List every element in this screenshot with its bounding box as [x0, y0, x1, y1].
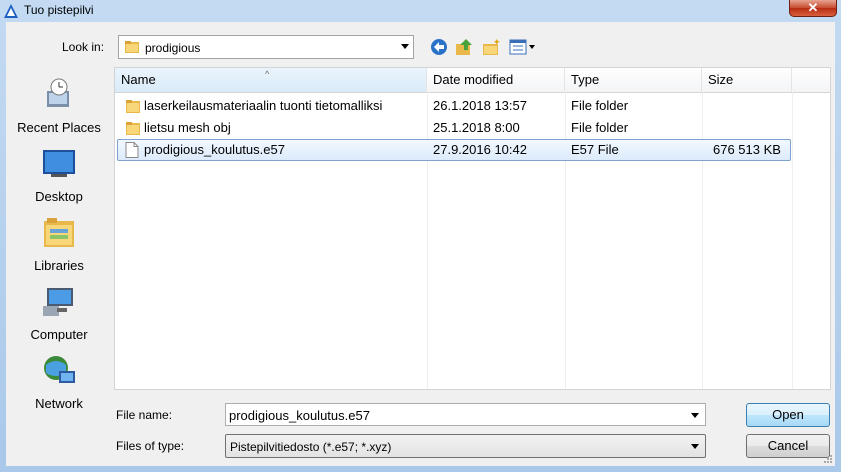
places-bar: Recent Places Desktop Libraries Computer: [6, 67, 112, 437]
file-type: File folder: [571, 98, 629, 113]
file-open-dialog: Tuo pistepilvi ✕ Look in: prodigious ✦ R…: [0, 0, 841, 472]
chevron-down-icon[interactable]: [691, 444, 699, 449]
place-label: Network: [35, 396, 83, 411]
folder-icon: [126, 100, 140, 113]
folder-icon: [125, 41, 139, 53]
up-folder-icon[interactable]: [454, 37, 474, 57]
place-recent-places[interactable]: Recent Places: [6, 77, 112, 143]
file-type: E57 File: [571, 142, 619, 157]
file-date: 25.1.2018 8:00: [433, 120, 520, 135]
file-type: File folder: [571, 120, 629, 135]
file-name-label: File name:: [116, 408, 173, 422]
computer-icon: [43, 288, 73, 316]
place-label: Desktop: [35, 189, 83, 204]
sort-arrow-icon: ^: [265, 69, 270, 79]
title-bar[interactable]: Tuo pistepilvi ✕: [0, 0, 841, 22]
file-icon: [125, 142, 139, 158]
close-button[interactable]: ✕: [789, 0, 837, 17]
file-size: 676 513 KB: [713, 142, 781, 157]
file-type-value: Pistepilvitiedosto (*.e57; *.xyz): [230, 440, 392, 454]
column-type[interactable]: Type: [565, 68, 702, 92]
look-in-value: prodigious: [145, 41, 201, 55]
file-name: prodigious_koulutus.e57: [144, 142, 285, 157]
place-label: Computer: [30, 327, 88, 342]
resize-grip-icon[interactable]: [823, 454, 833, 464]
file-row[interactable]: laserkeilausmateriaalin tuonti tietomall…: [115, 95, 830, 117]
file-name: laserkeilausmateriaalin tuonti tietomall…: [144, 98, 383, 113]
column-size[interactable]: Size: [702, 68, 792, 92]
dialog-client: Look in: prodigious ✦ Recent Places Desk…: [6, 22, 835, 466]
open-button[interactable]: Open: [746, 403, 830, 427]
file-name: lietsu mesh obj: [144, 120, 231, 135]
chevron-down-icon[interactable]: [401, 44, 409, 49]
file-date: 26.1.2018 13:57: [433, 98, 527, 113]
back-icon[interactable]: [429, 37, 449, 57]
recent-places-icon: [47, 78, 69, 107]
file-name-input[interactable]: prodigious_koulutus.e57: [225, 403, 706, 426]
file-row-selected[interactable]: prodigious_koulutus.e57 27.9.2016 10:42 …: [117, 139, 791, 161]
place-computer[interactable]: Computer: [6, 284, 112, 350]
cancel-button[interactable]: Cancel: [746, 434, 830, 458]
chevron-down-icon[interactable]: [691, 413, 699, 418]
look-in-label: Look in:: [62, 40, 105, 54]
network-icon: [44, 356, 75, 383]
app-icon: [4, 4, 18, 18]
window-title: Tuo pistepilvi: [24, 3, 94, 17]
file-row[interactable]: lietsu mesh obj 25.1.2018 8:00 File fold…: [115, 117, 830, 139]
file-name-value: prodigious_koulutus.e57: [229, 408, 370, 423]
place-label: Recent Places: [17, 120, 101, 135]
folder-icon: [126, 122, 140, 135]
column-date-modified[interactable]: Date modified: [427, 68, 565, 92]
place-desktop[interactable]: Desktop: [6, 146, 112, 212]
place-label: Libraries: [34, 258, 84, 273]
file-type-label: Files of type:: [116, 439, 185, 453]
column-header: Name ^ Date modified Type Size: [115, 68, 830, 93]
file-list[interactable]: Name ^ Date modified Type Size laserkeil…: [114, 67, 831, 390]
file-date: 27.9.2016 10:42: [433, 142, 527, 157]
column-name[interactable]: Name ^: [115, 68, 427, 92]
look-in-dropdown[interactable]: prodigious: [118, 35, 414, 59]
place-libraries[interactable]: Libraries: [6, 215, 112, 281]
file-type-select[interactable]: Pistepilvitiedosto (*.e57; *.xyz): [225, 434, 706, 458]
desktop-icon: [43, 150, 75, 177]
libraries-icon: [44, 218, 74, 247]
view-menu-icon[interactable]: [508, 37, 538, 57]
place-network[interactable]: Network: [6, 353, 112, 419]
new-folder-icon[interactable]: ✦: [481, 37, 501, 57]
svg-text:✦: ✦: [493, 37, 501, 47]
